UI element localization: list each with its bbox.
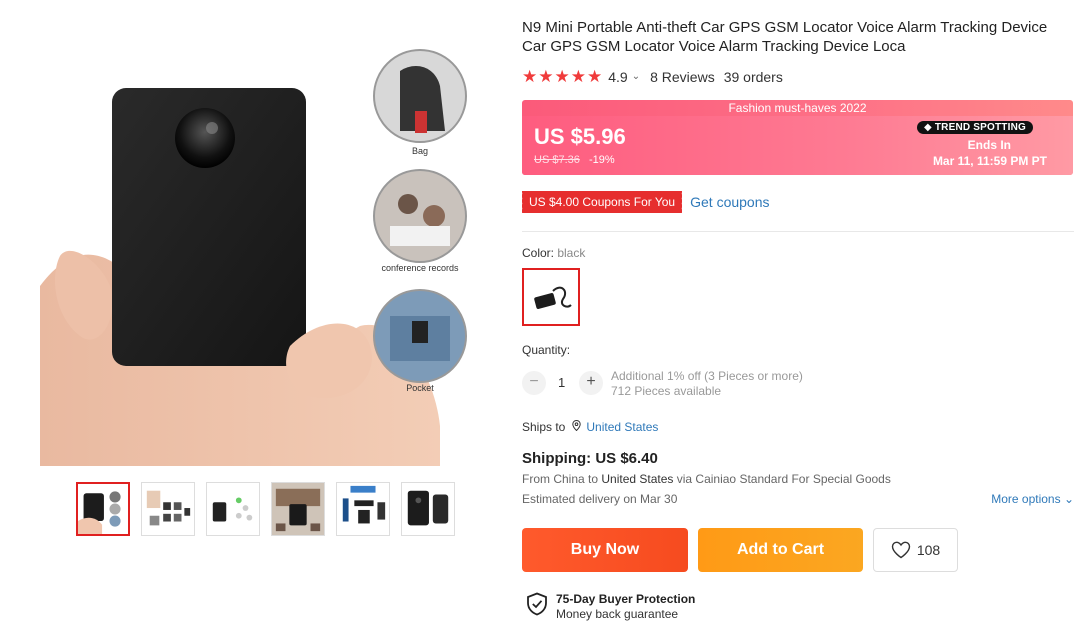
bulk-discount-note: Additional 1% off (3 Pieces or more) (611, 369, 803, 383)
buy-now-button[interactable]: Buy Now (522, 528, 688, 572)
estimated-delivery: Estimated delivery on Mar 30 (522, 492, 678, 506)
chevron-down-icon[interactable]: ⌄ (632, 71, 640, 82)
star-icon: ★ (587, 67, 603, 86)
wishlist-count: 108 (916, 542, 941, 558)
product-gallery: Bag conference records Pocket (0, 0, 500, 641)
route-prefix: From China to (522, 472, 602, 486)
conference-caption: conference records (381, 263, 459, 273)
thumbnail-6[interactable] (401, 482, 455, 536)
heart-icon (891, 541, 911, 559)
stock-available: 712 Pieces available (611, 384, 722, 398)
location-pin-icon (572, 419, 582, 434)
coupon-row: US $4.00 Coupons For You Get coupons (519, 191, 770, 213)
ships-to-country-link[interactable]: United States (586, 420, 658, 434)
more-options-label: More options (991, 492, 1061, 506)
quantity-decrease-button[interactable]: − (522, 371, 546, 395)
trend-badge-icon: ◆ (923, 122, 935, 133)
shipping-route: From China to United States via Cainiao … (522, 472, 891, 486)
ships-to-label: Ships to (522, 420, 566, 434)
coupon-tag[interactable]: US $4.00 Coupons For You (519, 191, 683, 213)
trend-spotting-badge: ◆ TREND SPOTTING (916, 121, 1033, 134)
star-icon: ★ (554, 67, 570, 86)
original-price: US $7.36 (534, 154, 580, 166)
color-label-text: Color: (522, 246, 558, 260)
rating-row: ★ ★ ★ ★ ★ 4.9 ⌄ 8 Reviews 39 orders (522, 68, 783, 85)
product-photo-illustration: Bag conference records Pocket (40, 49, 467, 466)
star-icon: ★ (538, 67, 554, 86)
add-to-cart-button[interactable]: Add to Cart (698, 528, 863, 572)
route-suffix: via Cainiao Standard For Special Goods (673, 472, 891, 486)
route-country: United States (601, 472, 674, 486)
protection-subtitle: Money back guarantee (556, 607, 679, 621)
protection-title: 75-Day Buyer Protection (556, 592, 696, 606)
thumbnail-5[interactable] (336, 482, 390, 536)
main-product-image[interactable]: Bag conference records Pocket (40, 16, 492, 466)
shipping-cost: Shipping: US $6.40 (522, 450, 658, 467)
quantity-increase-button[interactable]: + (579, 371, 603, 395)
thumbnail-4[interactable] (271, 482, 325, 536)
buyer-protection: 75-Day Buyer Protection Money back guara… (526, 592, 695, 622)
divider (522, 231, 1074, 232)
product-title: N9 Mini Portable Anti-theft Car GPS GSM … (522, 19, 1048, 55)
banner-tag: Fashion must-haves 2022 (728, 101, 867, 115)
star-icon: ★ (570, 67, 586, 86)
thumbnail-3[interactable] (206, 482, 260, 536)
quantity-label: Quantity: (522, 343, 571, 357)
color-label: Color: black (522, 246, 585, 260)
price-banner: Fashion must-haves 2022 US $5.96 US $7.3… (522, 100, 1073, 175)
thumbnail-strip (76, 482, 455, 536)
color-swatch-black[interactable] (522, 268, 580, 326)
shield-check-icon (527, 592, 547, 616)
chevron-down-icon: ⌄ (1063, 492, 1074, 506)
banner-body: US $5.96 US $7.36 -19% ◆ TREND SPOTTING … (522, 116, 1073, 175)
color-value: black (557, 246, 586, 260)
thumbnail-2[interactable] (141, 482, 195, 536)
star-icon: ★ (522, 67, 538, 86)
ships-to-row: Ships to United States (522, 419, 658, 434)
wishlist-button[interactable]: 108 (873, 528, 958, 572)
thumbnail-1[interactable] (76, 482, 130, 536)
trend-badge-label: TREND SPOTTING (934, 122, 1026, 133)
ends-date: Mar 11, 11:59 PM PT (932, 154, 1047, 168)
quantity-note: Additional 1% off (3 Pieces or more) 712… (611, 369, 803, 399)
bag-caption: Bag (412, 146, 428, 156)
ends-in-label: Ends In (967, 138, 1011, 152)
discount-percent: -19% (589, 154, 615, 166)
orders-count: 39 orders (723, 68, 783, 85)
reviews-link[interactable]: 8 Reviews (650, 69, 715, 85)
current-price: US $5.96 (534, 124, 626, 149)
quantity-value[interactable]: 1 (558, 375, 565, 390)
protection-text: 75-Day Buyer Protection Money back guara… (556, 592, 695, 622)
get-coupons-link[interactable]: Get coupons (690, 194, 769, 210)
black-device-swatch-icon (534, 286, 572, 309)
more-options-link[interactable]: More options ⌄ (991, 492, 1074, 506)
pocket-caption: Pocket (406, 383, 434, 393)
star-rating: ★ ★ ★ ★ ★ (522, 68, 602, 85)
rating-value[interactable]: 4.9 (608, 69, 627, 85)
